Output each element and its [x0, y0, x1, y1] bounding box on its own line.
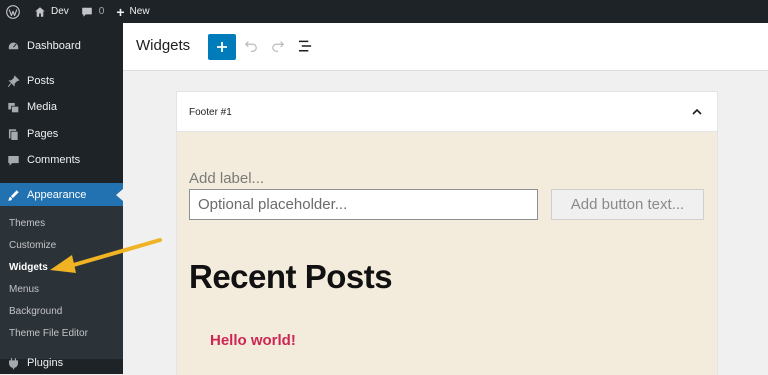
undo-button[interactable]: [244, 39, 258, 58]
undo-icon: [244, 41, 257, 52]
list-view-icon: [298, 40, 312, 52]
pin-icon: [6, 74, 20, 88]
sidebar-item-label: Plugins: [27, 357, 64, 369]
sidebar-item-pages[interactable]: Pages: [0, 122, 123, 146]
plus-icon: +: [116, 3, 125, 20]
add-block-button[interactable]: [208, 34, 236, 60]
dashboard-icon: [6, 39, 20, 53]
search-field-label[interactable]: Add label...: [189, 170, 264, 187]
submenu-item-theme-file-editor[interactable]: Theme File Editor: [9, 328, 88, 339]
post-link[interactable]: Hello world!: [210, 332, 296, 349]
appearance-icon: [6, 188, 20, 202]
editor-header: Widgets: [123, 23, 768, 71]
sidebar-item-plugins[interactable]: Plugins: [0, 351, 123, 375]
wordpress-logo-icon: [6, 4, 20, 19]
wordpress-logo-menu[interactable]: [0, 0, 28, 23]
sidebar-item-media[interactable]: Media: [0, 95, 123, 119]
plus-icon: [217, 42, 227, 52]
new-label: New: [129, 6, 150, 17]
search-button[interactable]: Add button text...: [551, 189, 704, 220]
sidebar-item-label: Comments: [27, 154, 81, 166]
sidebar-item-comments[interactable]: Comments: [0, 148, 123, 172]
comments-menu[interactable]: 0: [75, 0, 111, 23]
comment-bubble-icon: [81, 7, 92, 17]
widget-area-title: Footer #1: [189, 107, 232, 118]
admin-bar: Dev 0 + New: [0, 0, 768, 23]
sidebar-item-appearance[interactable]: Appearance: [0, 183, 123, 207]
submenu-item-background[interactable]: Background: [9, 306, 62, 317]
media-icon: [6, 100, 20, 114]
sidebar-item-label: Pages: [27, 128, 59, 140]
site-name-menu[interactable]: Dev: [28, 0, 75, 23]
sidebar-item-label: Appearance: [27, 189, 87, 201]
recent-posts-heading[interactable]: Recent Posts: [189, 258, 393, 296]
plugins-icon: [6, 356, 20, 370]
redo-button[interactable]: [271, 39, 285, 58]
chevron-up-icon: [692, 108, 702, 115]
sidebar-item-label: Dashboard: [27, 40, 81, 52]
redo-icon: [272, 41, 285, 52]
admin-sidebar: Dashboard Posts Media Pages Comments App…: [0, 23, 123, 374]
sidebar-item-posts[interactable]: Posts: [0, 69, 123, 93]
submenu-item-themes[interactable]: Themes: [9, 218, 45, 229]
annotation-arrow-icon: [50, 238, 162, 273]
page-title: Widgets: [136, 37, 191, 54]
site-name-label: Dev: [51, 6, 69, 17]
submenu-item-menus[interactable]: Menus: [9, 284, 39, 295]
comments-count: 0: [98, 6, 105, 17]
widget-area-header[interactable]: Footer #1: [177, 92, 717, 132]
comments-icon: [6, 153, 20, 167]
home-icon: [35, 6, 45, 17]
sidebar-item-dashboard[interactable]: Dashboard: [0, 34, 123, 58]
pages-icon: [6, 127, 20, 141]
sidebar-item-label: Media: [27, 101, 57, 113]
editor-canvas: Footer #1 Add label... Add button text..…: [123, 71, 768, 375]
widget-area-footer-1: Footer #1 Add label... Add button text..…: [176, 91, 718, 375]
appearance-submenu: Themes Customize Widgets Menus Backgroun…: [0, 206, 123, 359]
search-placeholder-input[interactable]: [189, 189, 538, 220]
collapse-toggle[interactable]: [691, 105, 703, 123]
sidebar-item-label: Posts: [27, 75, 55, 87]
new-content-menu[interactable]: + New: [110, 0, 155, 23]
list-view-button[interactable]: [298, 39, 313, 58]
